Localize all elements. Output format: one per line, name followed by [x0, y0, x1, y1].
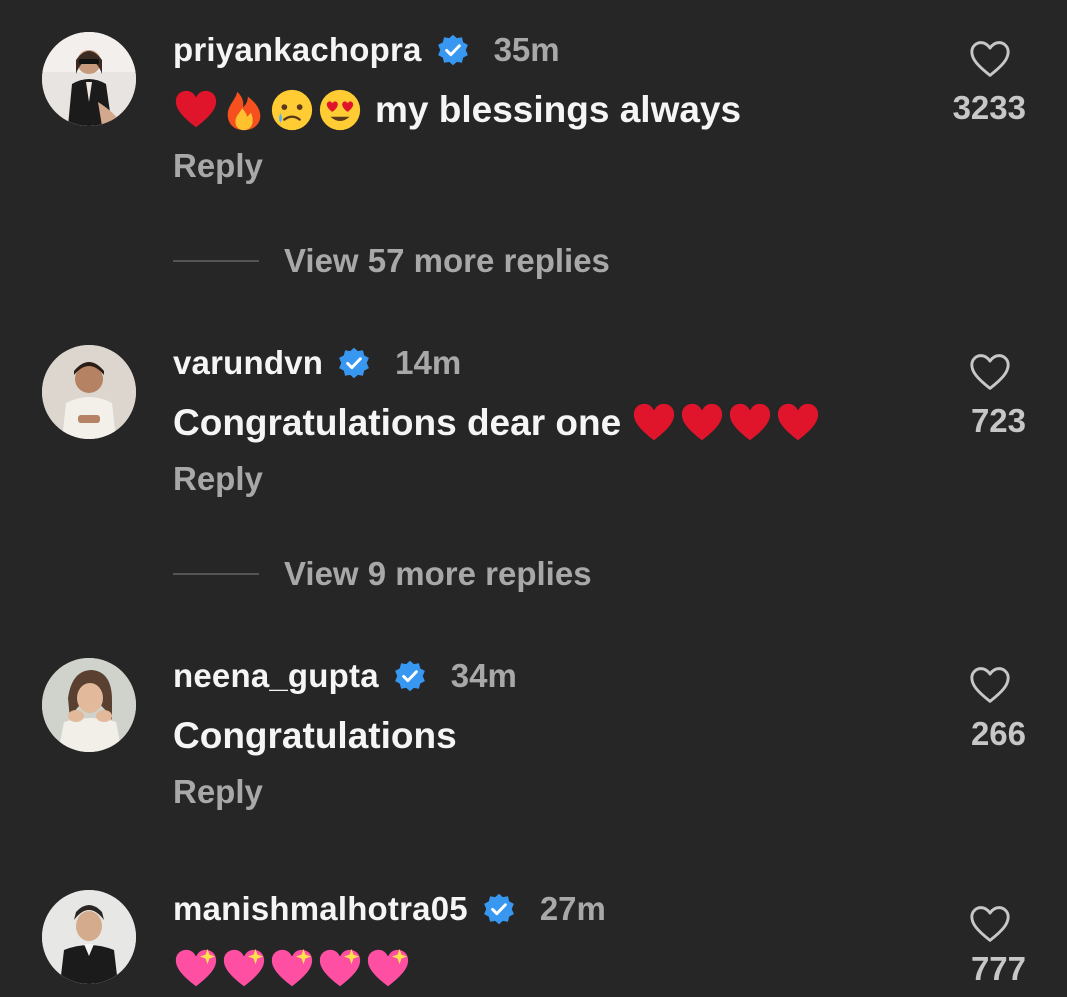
- like-count: 266: [970, 715, 1026, 752]
- like-group: 777: [940, 904, 1040, 988]
- like-count: 777: [970, 950, 1026, 987]
- comment-text: Congratulations dear one: [173, 398, 833, 448]
- comment-body: my blessings always: [375, 89, 742, 130]
- comment-text: my blessings always: [173, 85, 741, 135]
- heart-like-icon[interactable]: [968, 665, 1012, 705]
- divider-line: [173, 573, 259, 575]
- username[interactable]: priyankachopra: [173, 31, 422, 69]
- comment-item: priyankachopra 35m my blessings always R…: [0, 27, 1067, 227]
- heart-like-icon[interactable]: [968, 352, 1012, 392]
- avatar[interactable]: [42, 890, 136, 984]
- username[interactable]: neena_gupta: [173, 657, 379, 695]
- comment-item: manishmalhotra05 27m 777: [0, 886, 1067, 997]
- comment-header: manishmalhotra05 27m: [173, 886, 606, 932]
- view-replies-label: View 9 more replies: [284, 555, 592, 592]
- heart-like-icon[interactable]: [968, 39, 1012, 79]
- heart-like-icon[interactable]: [968, 904, 1012, 944]
- reply-button[interactable]: Reply: [173, 147, 263, 185]
- emoji-group: [173, 87, 365, 133]
- emoji-group: [173, 946, 413, 992]
- red-heart-icon: [175, 90, 217, 128]
- view-more-replies-button[interactable]: View 9 more replies: [173, 555, 592, 593]
- verified-badge-icon: [483, 893, 514, 925]
- comment-text: [173, 944, 423, 994]
- avatar[interactable]: [42, 32, 136, 126]
- emoji-group: [631, 400, 823, 446]
- reply-button[interactable]: Reply: [173, 460, 263, 498]
- comment-time: 35m: [493, 31, 560, 68]
- comment-body: Congratulations dear one: [173, 402, 622, 443]
- comment-item: varundvn 14m Congratulations dear one Re…: [0, 340, 1067, 540]
- avatar[interactable]: [42, 658, 136, 752]
- verified-badge-icon: [437, 34, 468, 66]
- fire-icon: [227, 91, 261, 131]
- comment-time: 27m: [539, 890, 606, 927]
- comment-header: neena_gupta 34m: [173, 653, 517, 699]
- comment-body: Congratulations: [173, 715, 457, 756]
- verified-badge-icon: [339, 347, 370, 379]
- sparkling-heart-icon: [271, 948, 313, 987]
- comment-time: 34m: [450, 657, 517, 694]
- like-group: 3233: [940, 39, 1040, 127]
- username[interactable]: manishmalhotra05: [173, 890, 468, 928]
- crying-face-icon: [271, 89, 313, 131]
- verified-badge-icon: [394, 660, 425, 692]
- heart-eyes-face-icon: [319, 89, 361, 131]
- reply-button[interactable]: Reply: [173, 773, 263, 811]
- sparkling-heart-icon: [319, 948, 361, 987]
- comment-item: neena_gupta 34m Congratulations Reply 26…: [0, 653, 1067, 853]
- comment-text: Congratulations: [173, 711, 457, 761]
- red-heart-icon: [634, 403, 675, 441]
- sparkling-heart-icon: [367, 948, 409, 987]
- like-count: 3233: [952, 89, 1026, 126]
- red-heart-icon: [730, 403, 771, 441]
- view-replies-label: View 57 more replies: [284, 242, 610, 279]
- like-count: 723: [970, 402, 1026, 439]
- divider-line: [173, 260, 259, 262]
- sparkling-heart-icon: [175, 948, 217, 987]
- like-group: 723: [940, 352, 1040, 440]
- comment-time: 14m: [395, 344, 462, 381]
- comment-header: priyankachopra 35m: [173, 27, 560, 73]
- username[interactable]: varundvn: [173, 344, 323, 382]
- like-group: 266: [940, 665, 1040, 753]
- comment-header: varundvn 14m: [173, 340, 461, 386]
- sparkling-heart-icon: [223, 948, 265, 987]
- red-heart-icon: [682, 403, 723, 441]
- view-more-replies-button[interactable]: View 57 more replies: [173, 242, 610, 280]
- red-heart-icon: [778, 403, 819, 441]
- avatar[interactable]: [42, 345, 136, 439]
